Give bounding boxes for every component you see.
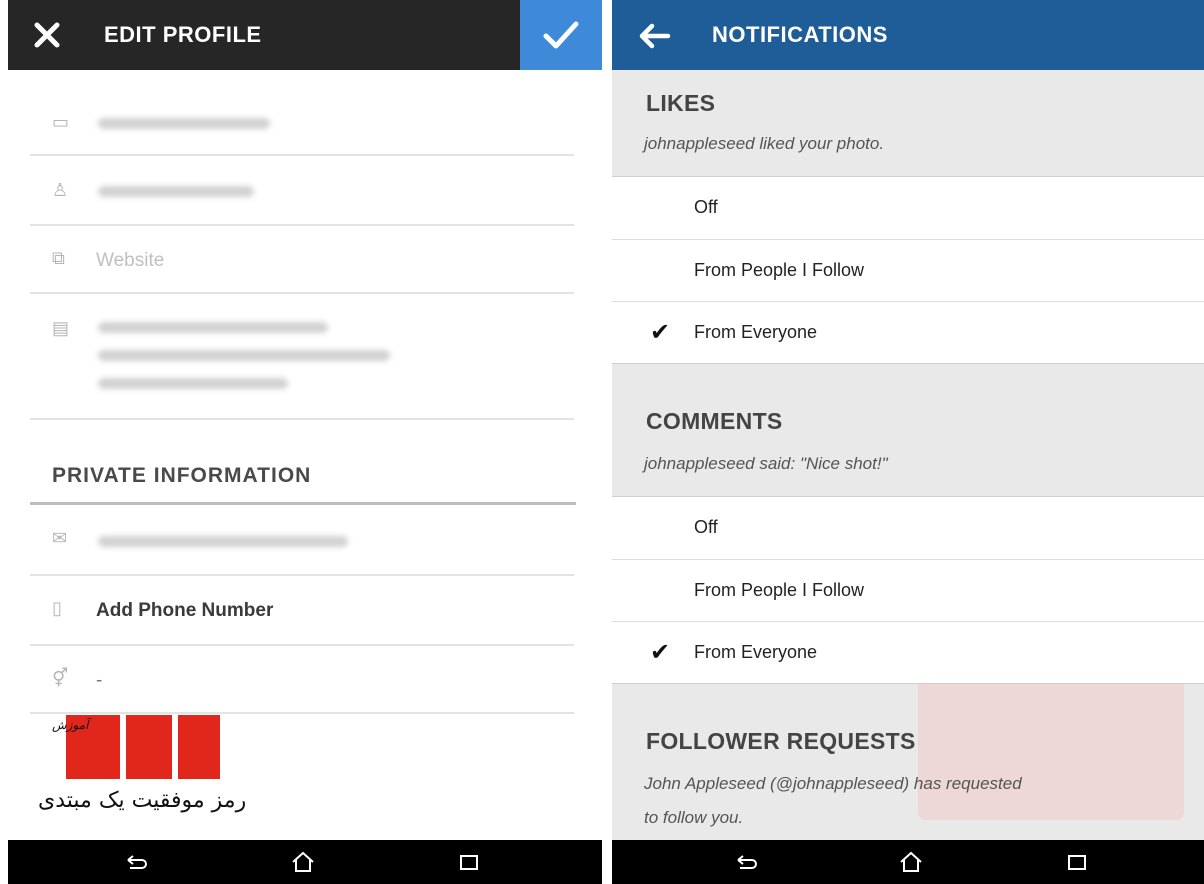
add-phone-number-label[interactable]: Add Phone Number	[96, 600, 273, 622]
notifications-screen: NOTIFICATIONS LIKES johnappleseed liked …	[612, 0, 1204, 884]
option-label: Off	[694, 197, 718, 217]
recents-nav-icon[interactable]	[454, 848, 484, 876]
info-icon: ▤	[52, 318, 70, 338]
checkmark-icon	[543, 21, 579, 49]
comments-option-everyone[interactable]: ✔ From Everyone	[612, 621, 1204, 682]
section-underline	[30, 502, 576, 505]
divider	[30, 574, 574, 576]
save-button[interactable]	[520, 0, 602, 70]
android-nav-bar	[612, 840, 1204, 884]
likes-option-off[interactable]: Off	[612, 177, 1204, 237]
page-title: EDIT PROFILE	[104, 22, 262, 47]
divider	[30, 154, 574, 156]
watermark-small-text: آموزش	[52, 718, 89, 732]
name-field[interactable]: ▭	[30, 106, 574, 146]
comments-option-following[interactable]: From People I Follow	[612, 559, 1204, 620]
blurred-value	[98, 378, 288, 389]
likes-description: johnappleseed liked your photo.	[644, 134, 885, 153]
person-icon: ♙	[52, 180, 69, 200]
follower-requests-description: John Appleseed (@johnappleseed) has requ…	[644, 774, 1022, 793]
option-label: From Everyone	[694, 642, 818, 662]
back-arrow-icon[interactable]	[634, 18, 674, 54]
likes-heading: LIKES	[646, 90, 716, 116]
phone-icon: ▯	[52, 598, 62, 618]
blurred-value	[98, 118, 270, 129]
divider	[30, 292, 574, 294]
edit-profile-header: EDIT PROFILE	[8, 0, 602, 70]
divider	[30, 224, 574, 226]
follower-requests-heading: FOLLOWER REQUESTS	[646, 728, 916, 754]
notifications-header: NOTIFICATIONS	[612, 0, 1204, 70]
comments-options: Off From People I Follow ✔ From Everyone	[612, 496, 1204, 684]
email-field[interactable]: ✉	[30, 524, 574, 564]
likes-option-following[interactable]: From People I Follow	[612, 239, 1204, 300]
option-label: From Everyone	[694, 322, 818, 342]
username-field[interactable]: ♙	[30, 176, 574, 216]
option-label: Off	[694, 517, 718, 537]
gender-value: -	[96, 670, 103, 691]
blurred-value	[98, 186, 254, 197]
likes-option-everyone[interactable]: ✔ From Everyone	[612, 301, 1204, 362]
likes-options: Off From People I Follow ✔ From Everyone	[612, 176, 1204, 364]
gender-field[interactable]: ⚥ -	[30, 664, 574, 704]
option-label: From People I Follow	[694, 260, 865, 280]
checkmark-icon: ✔	[650, 639, 671, 666]
edit-profile-screen: EDIT PROFILE ▭ ♙ ⧉ Website ▤ PRIVATE INF…	[8, 0, 602, 884]
bio-field[interactable]: ▤	[30, 312, 574, 408]
follower-requests-description-2: to follow you.	[644, 808, 744, 827]
recents-nav-icon[interactable]	[1062, 848, 1092, 876]
blurred-value	[98, 350, 390, 361]
watermark-text: رمز موفقیت یک مبتدی	[38, 788, 247, 813]
back-nav-icon[interactable]	[120, 848, 150, 876]
divider	[30, 712, 574, 714]
website-field[interactable]: ⧉ Website	[30, 244, 574, 284]
checkmark-icon: ✔	[650, 319, 671, 346]
comments-option-off[interactable]: Off	[612, 497, 1204, 557]
link-icon: ⧉	[52, 248, 65, 268]
home-nav-icon[interactable]	[896, 848, 926, 876]
divider	[30, 644, 574, 646]
mail-icon: ✉	[52, 528, 68, 548]
back-nav-icon[interactable]	[730, 848, 760, 876]
option-label: From People I Follow	[694, 580, 865, 600]
private-information-heading: PRIVATE INFORMATION	[52, 464, 312, 487]
website-placeholder: Website	[96, 250, 165, 271]
android-nav-bar	[8, 840, 602, 884]
page-title: NOTIFICATIONS	[712, 22, 888, 47]
blurred-value	[98, 322, 328, 333]
comments-description: johnappleseed said: "Nice shot!"	[644, 454, 888, 473]
home-nav-icon[interactable]	[288, 848, 318, 876]
close-icon[interactable]	[28, 16, 66, 54]
divider	[30, 418, 574, 420]
comments-heading: COMMENTS	[646, 408, 783, 434]
gender-icon: ⚥	[52, 668, 69, 688]
blurred-value	[98, 536, 348, 547]
calendar-icon: ▭	[52, 112, 70, 132]
